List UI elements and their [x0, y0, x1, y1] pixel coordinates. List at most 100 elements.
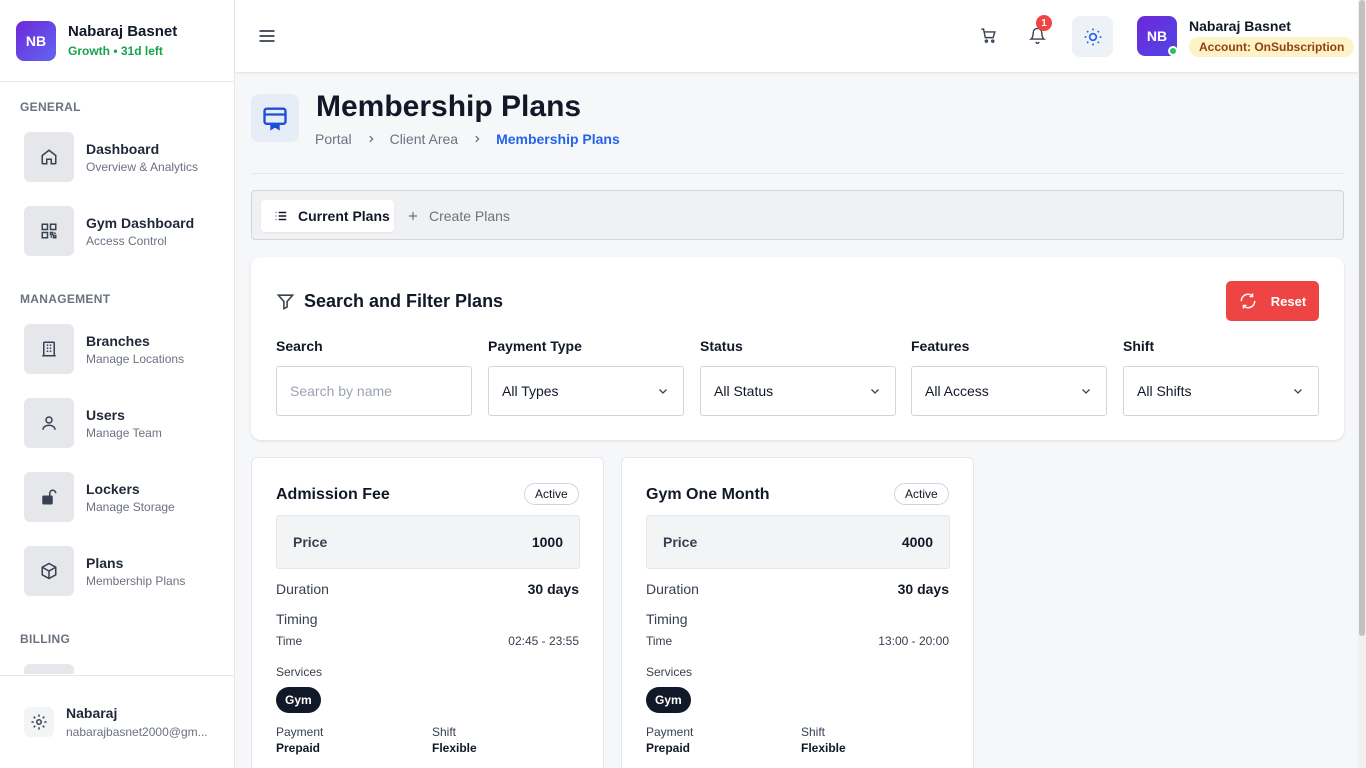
list-icon [275, 211, 287, 221]
notification-badge: 1 [1036, 15, 1052, 31]
breadcrumb-current: Membership Plans [496, 131, 620, 147]
reset-button[interactable]: Reset [1226, 281, 1319, 321]
features-select[interactable]: All Access [911, 366, 1107, 416]
plan-card[interactable]: Admission Fee Active Price 1000 Duration… [251, 457, 604, 768]
reset-label: Reset [1270, 293, 1307, 309]
price-value: 4000 [901, 534, 933, 550]
time-label: Time [646, 634, 673, 648]
shift-value: All Shifts [1137, 383, 1192, 399]
section-billing: BILLING [20, 632, 71, 646]
shift-select[interactable]: All Shifts [1123, 366, 1319, 416]
filter-icon [276, 294, 295, 310]
sidebar-item-users[interactable]: Users Manage Team [24, 398, 224, 448]
section-general: GENERAL [20, 100, 81, 114]
chevron-right-icon [472, 134, 482, 144]
search-input[interactable]: Search by name [276, 366, 472, 416]
sidebar-item-label: Branches [86, 332, 150, 349]
status-value: All Status [714, 383, 774, 399]
sidebar-item-branches[interactable]: Branches Manage Locations [24, 324, 224, 374]
lock-open-icon [24, 472, 74, 522]
org-switcher[interactable]: NB Nabaraj Basnet Growth • 31d left [0, 0, 234, 82]
credit-card-icon [251, 94, 299, 142]
status-badge: Active [524, 483, 579, 505]
sidebar-item-desc: Access Control [86, 233, 167, 248]
chevron-down-icon [1082, 389, 1090, 394]
gear-icon[interactable] [24, 707, 54, 737]
time-value: 02:45 - 23:55 [508, 634, 579, 648]
duration-value: 30 days [897, 581, 949, 597]
cart-icon[interactable] [980, 27, 997, 49]
price-label: Price [293, 534, 328, 550]
shift-label: Shift [1123, 338, 1155, 354]
footer-user-email: nabarajbasnet2000@gm... [66, 725, 208, 739]
features-value: All Access [925, 383, 989, 399]
status-badge: Active [894, 483, 949, 505]
sidebar-item-partial[interactable] [24, 664, 74, 674]
status-label: Status [700, 338, 743, 354]
breadcrumb-portal[interactable]: Portal [315, 131, 352, 147]
sidebar-item-label: Gym Dashboard [86, 214, 195, 231]
page-title: Membership Plans [316, 90, 582, 123]
sidebar-item-label: Dashboard [86, 140, 160, 157]
theme-toggle-button[interactable] [1072, 16, 1113, 57]
sidebar-item-plans[interactable]: Plans Membership Plans [24, 546, 224, 596]
duration-label: Duration [646, 581, 699, 597]
tab-bar: Current Plans Create Plans [251, 190, 1344, 240]
breadcrumb: Portal Client Area Membership Plans [315, 131, 620, 147]
duration-label: Duration [276, 581, 329, 597]
payment-value: Prepaid [646, 741, 691, 755]
tab-create-plans[interactable]: Create Plans [406, 200, 510, 232]
footer-user-name: Nabaraj [66, 705, 118, 721]
filter-title: Search and Filter Plans [276, 291, 503, 312]
sidebar-item-gym-dashboard[interactable]: Gym Dashboard Access Control [24, 206, 224, 256]
sidebar-item-lockers[interactable]: Lockers Manage Storage [24, 472, 224, 522]
sidebar: NB Nabaraj Basnet Growth • 31d left GENE… [0, 0, 235, 768]
price-box: Price 1000 [276, 515, 580, 569]
sidebar-item-desc: Membership Plans [86, 573, 186, 588]
top-bar: 1 NB Nabaraj Basnet Account: OnSubscript… [235, 0, 1358, 73]
breadcrumb-client-area[interactable]: Client Area [390, 131, 458, 147]
sun-icon [1084, 28, 1101, 45]
scrollbar-thumb[interactable] [1359, 0, 1365, 636]
chevron-down-icon [871, 389, 879, 394]
service-chip: Gym [276, 687, 321, 713]
status-select[interactable]: All Status [700, 366, 896, 416]
shift-label: Shift [801, 725, 826, 739]
section-management: MANAGEMENT [20, 292, 111, 306]
time-value: 13:00 - 20:00 [878, 634, 949, 648]
package-icon [24, 546, 74, 596]
payment-label: Payment [646, 725, 694, 739]
sidebar-item-label: Lockers [86, 480, 140, 497]
plus-icon [408, 211, 418, 221]
tab-current-plans[interactable]: Current Plans [261, 200, 394, 232]
sidebar-item-desc: Overview & Analytics [86, 159, 199, 174]
time-label: Time [276, 634, 303, 648]
filter-card: Search and Filter Plans Reset Search Sea… [251, 257, 1344, 440]
sidebar-user-footer[interactable]: Nabaraj nabarajbasnet2000@gm... [0, 675, 234, 768]
user-icon [24, 398, 74, 448]
service-chip: Gym [646, 687, 691, 713]
price-label: Price [663, 534, 698, 550]
search-label: Search [276, 338, 323, 354]
price-value: 1000 [531, 534, 563, 550]
payment-label: Payment [276, 725, 324, 739]
features-label: Features [911, 338, 970, 354]
sidebar-item-desc: Manage Team [86, 425, 162, 440]
plan-card[interactable]: Gym One Month Active Price 4000 Duration… [621, 457, 974, 768]
chevron-down-icon [1294, 389, 1302, 394]
shift-value: Flexible [432, 741, 477, 755]
chevron-down-icon [659, 389, 667, 394]
tab-label: Create Plans [429, 208, 510, 224]
tab-label: Current Plans [298, 208, 390, 224]
org-avatar: NB [16, 20, 56, 61]
sidebar-item-dashboard[interactable]: Dashboard Overview & Analytics [24, 132, 224, 182]
price-box: Price 4000 [646, 515, 950, 569]
qr-code-icon [24, 206, 74, 256]
payment-type-select[interactable]: All Types [488, 366, 684, 416]
menu-icon[interactable] [257, 26, 277, 51]
sidebar-item-desc: Manage Locations [86, 351, 185, 366]
divider [251, 173, 1344, 174]
refresh-icon [1240, 293, 1256, 309]
payment-value: Prepaid [276, 741, 321, 755]
sidebar-item-label: Users [86, 406, 125, 423]
